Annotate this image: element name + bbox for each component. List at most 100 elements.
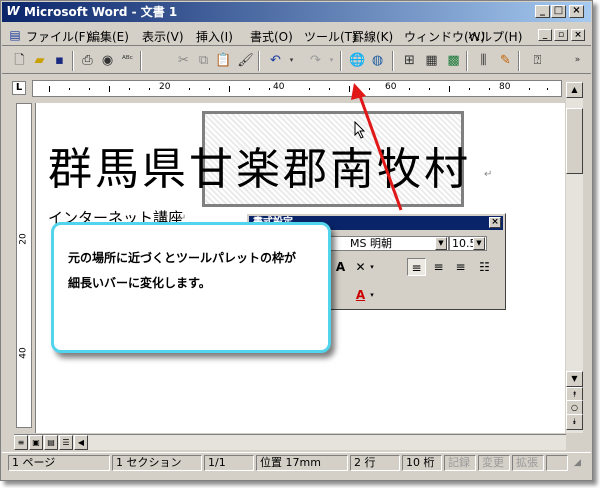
status-rec[interactable]: 記録 — [444, 455, 476, 471]
toolbar-separator — [466, 51, 468, 71]
status-ovr[interactable] — [546, 455, 568, 471]
maximize-button[interactable]: □ — [551, 5, 566, 18]
font-color-dropdown-icon[interactable]: ▾ — [367, 286, 377, 304]
ruler-mark-40: 40 — [273, 82, 285, 92]
redo-dropdown-icon[interactable]: ▾ — [322, 51, 341, 70]
document-icon[interactable]: ▤ — [8, 28, 22, 42]
font-dropdown-icon[interactable]: ▼ — [435, 237, 447, 250]
size-dropdown-icon[interactable]: ▼ — [473, 237, 485, 250]
toolbar-separator — [72, 51, 74, 71]
next-page-button[interactable]: ⯯ — [566, 414, 583, 430]
font-name-value: MS 明朝 — [350, 237, 392, 250]
office-assistant-icon[interactable]: ⍰ — [528, 51, 547, 70]
scroll-left-button[interactable]: ◀ — [74, 435, 88, 450]
web-layout-view-icon[interactable]: ▣ — [29, 435, 43, 450]
columns-icon[interactable]: ⫼ — [474, 51, 493, 70]
ruler-mark-80: 80 — [499, 82, 511, 92]
menu-tools[interactable]: ツール(T) — [304, 28, 357, 45]
word-app-icon[interactable]: W — [6, 4, 20, 19]
callout-line-1: 元の場所に近づくとツールパレットの枠が — [68, 251, 297, 265]
hyperlink-icon[interactable]: 🌐 — [348, 51, 367, 70]
mouse-pointer-icon — [354, 121, 366, 139]
menu-insert[interactable]: 挿入(I) — [196, 28, 233, 45]
doc-restore-button[interactable]: ▫ — [554, 29, 568, 41]
vertical-scrollbar[interactable]: ▲ ▼ ⯭ ○ ⯯ — [566, 82, 583, 433]
horizontal-scroll-row: ≡ ▣ ▤ ☰ ◀ — [14, 434, 566, 450]
insert-excel-icon[interactable]: ▩ — [444, 51, 463, 70]
effects-dropdown-icon[interactable]: ▾ — [367, 258, 377, 276]
normal-view-icon[interactable]: ≡ — [14, 435, 28, 450]
menu-help[interactable]: ヘルプ(H) — [468, 28, 522, 45]
status-position: 位置 17mm — [256, 455, 348, 471]
vruler-mark-20: 20 — [18, 233, 29, 245]
callout-line-2: 細長いバーに変化します。 — [68, 276, 211, 290]
ruler-mark-20: 20 — [159, 82, 171, 92]
toolbar-separator — [392, 51, 394, 71]
scroll-up-button[interactable]: ▲ — [566, 82, 583, 98]
status-line: 2 行 — [350, 455, 400, 471]
ruler-mark-60: 60 — [385, 82, 397, 92]
print-layout-view-icon[interactable]: ▤ — [44, 435, 58, 450]
outline-view-icon[interactable]: ☰ — [59, 435, 73, 450]
menu-file[interactable]: ファイル(F) — [26, 28, 90, 45]
doc-minimize-button[interactable]: _ — [538, 29, 552, 41]
status-ext[interactable]: 拡張 — [512, 455, 544, 471]
paste-icon[interactable]: 📋 — [214, 51, 233, 70]
menu-table[interactable]: 罫線(K) — [352, 28, 393, 45]
save-icon[interactable]: ▪ — [50, 51, 69, 70]
menu-format[interactable]: 書式(O) — [250, 28, 293, 45]
align-right-icon[interactable]: ≡ — [451, 258, 470, 276]
horizontal-ruler[interactable]: 20 40 60 80 — [32, 80, 562, 97]
new-icon[interactable]: 🗋 — [10, 51, 29, 70]
print-preview-icon[interactable]: ◉ — [98, 51, 117, 70]
spelling-icon[interactable]: ᴬᴮᶜ — [118, 51, 137, 70]
align-center-icon[interactable]: ≡ — [429, 258, 448, 276]
toolbar-separator — [518, 51, 520, 71]
toolbar-more-icon[interactable]: » — [568, 51, 587, 70]
status-bar: 1 ページ 1 セクション 1/1 位置 17mm 2 行 10 桁 記録 変更… — [2, 452, 591, 472]
ruler-indent-marker[interactable] — [49, 86, 50, 92]
status-pages: 1/1 — [204, 455, 254, 471]
tab-selector-icon[interactable]: L — [12, 81, 26, 95]
status-section: 1 セクション — [112, 455, 202, 471]
status-column: 10 桁 — [402, 455, 442, 471]
ruler-row: L 20 40 60 80 — [2, 78, 591, 100]
drawing-icon[interactable]: ✎ — [496, 51, 515, 70]
menu-view[interactable]: 表示(V) — [142, 28, 184, 45]
paragraph-mark: ↵ — [484, 169, 493, 180]
undo-dropdown-icon[interactable]: ▾ — [282, 51, 301, 70]
vertical-ruler[interactable]: 20 40 — [16, 103, 32, 428]
title-bar[interactable]: W Microsoft Word - 文書 1 _ □ × — [2, 2, 591, 22]
close-button[interactable]: × — [569, 5, 584, 18]
print-icon[interactable]: ⎙ — [78, 51, 97, 70]
toolbar-separator — [258, 51, 260, 71]
vruler-mark-40: 40 — [18, 347, 29, 359]
standard-toolbar: 🗋 ▰ ▪ ⎙ ◉ ᴬᴮᶜ ✂ ⧉ 📋 🖌 ↶ ▾ ↷ ▾ 🌐 ◍ ⊞ ▦ ▩ … — [2, 48, 591, 74]
character-border-icon[interactable]: A — [331, 258, 350, 276]
toolbar-separator — [340, 51, 342, 71]
document-heading-line[interactable]: 群馬県甘楽郡南牧村 — [48, 133, 471, 197]
format-painter-icon[interactable]: 🖌 — [236, 51, 255, 70]
vertical-ruler-area: 20 40 — [14, 103, 34, 433]
align-left-icon[interactable]: ≡ — [407, 258, 426, 276]
insert-table-icon[interactable]: ▦ — [422, 51, 441, 70]
open-icon[interactable]: ▰ — [30, 51, 49, 70]
palette-close-button[interactable]: × — [489, 217, 501, 228]
scroll-thumb[interactable] — [566, 108, 583, 174]
copy-icon[interactable]: ⧉ — [194, 51, 213, 70]
window-title: Microsoft Word - 文書 1 — [24, 5, 178, 19]
tables-borders-icon[interactable]: ⊞ — [400, 51, 419, 70]
resize-grip-icon[interactable]: ◢ — [574, 458, 581, 468]
minimize-button[interactable]: _ — [535, 5, 550, 18]
menu-edit[interactable]: 編集(E) — [88, 28, 129, 45]
cut-icon[interactable]: ✂ — [174, 51, 193, 70]
status-page: 1 ページ — [8, 455, 110, 471]
font-size-combo[interactable]: 10.5 ▼ — [449, 236, 487, 251]
scroll-down-button[interactable]: ▼ — [566, 371, 583, 387]
justify-icon[interactable]: ☷ — [475, 258, 494, 276]
status-trk[interactable]: 変更 — [478, 455, 510, 471]
toolbar-separator — [140, 51, 142, 71]
doc-close-button[interactable]: × — [571, 29, 585, 41]
explanation-callout: 元の場所に近づくとツールパレットの枠が 細長いバーに変化します。 — [51, 222, 331, 353]
web-toolbar-icon[interactable]: ◍ — [368, 51, 387, 70]
